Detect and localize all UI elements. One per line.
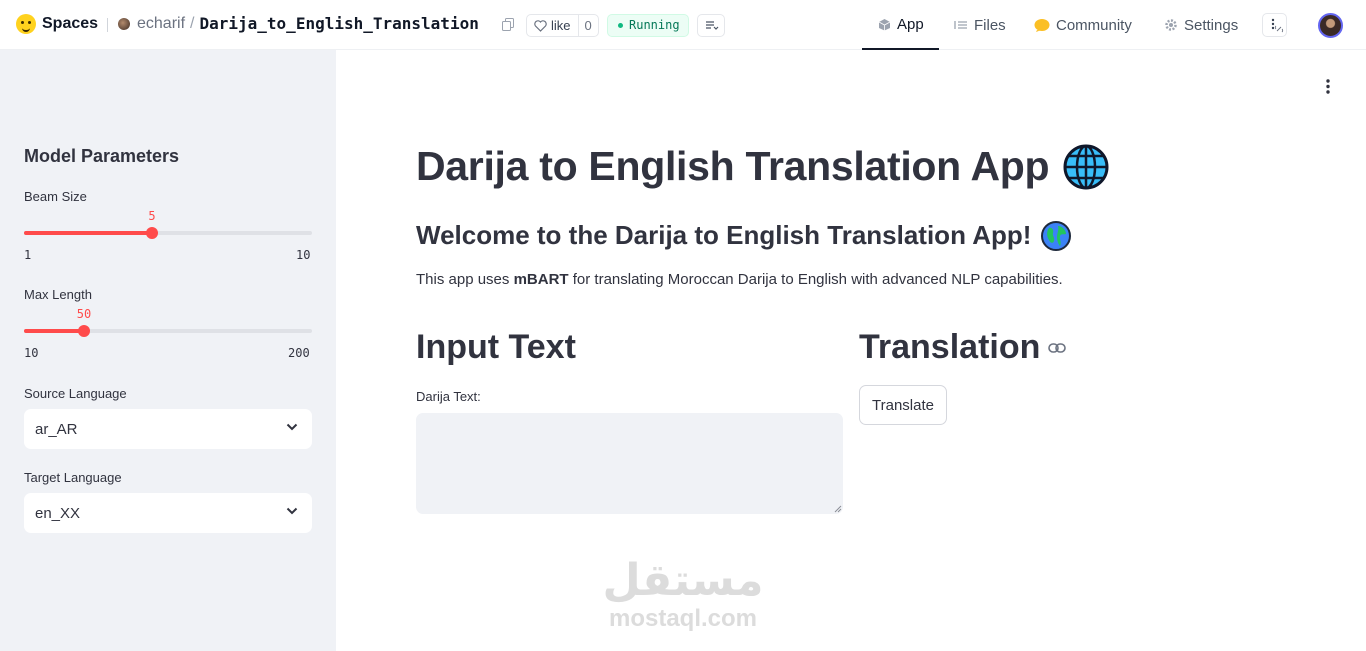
tab-app-label: App	[897, 15, 924, 33]
watermark: مستقل mostaql.com	[598, 556, 768, 632]
input-text-heading: Input Text	[416, 328, 576, 366]
tab-community-label: Community	[1056, 16, 1132, 34]
copy-icon[interactable]	[502, 18, 514, 31]
breadcrumb: echarif / Darija_to_English_Translation	[118, 14, 479, 33]
status-badge[interactable]: Running	[607, 14, 689, 37]
main-menu-icon[interactable]	[1320, 78, 1336, 96]
max-length-value: 50	[76, 307, 92, 321]
tab-app[interactable]: App	[862, 0, 939, 50]
like-count: 0	[584, 18, 592, 33]
beam-size-value: 5	[148, 209, 156, 223]
user-avatar[interactable]	[1318, 13, 1343, 38]
files-icon	[954, 21, 967, 29]
logs-icon	[706, 21, 719, 30]
beam-size-slider[interactable]	[24, 227, 312, 239]
beam-size-max: 10	[296, 248, 311, 262]
hugging-face-logo-icon	[16, 14, 36, 34]
max-length-label: Max Length	[24, 287, 92, 302]
sidebar	[0, 50, 336, 651]
beam-size-min: 1	[24, 248, 32, 262]
target-language-label: Target Language	[24, 470, 122, 485]
beam-size-handle[interactable]	[146, 227, 158, 239]
source-language-value: ar_AR	[35, 420, 78, 438]
tab-community[interactable]: Community	[1034, 0, 1132, 50]
beam-size-fill	[24, 231, 152, 235]
app-description: This app uses mBART for translating Moro…	[416, 271, 1063, 288]
brand-label: Spaces	[42, 15, 99, 32]
gear-icon	[1165, 19, 1177, 31]
source-language-select[interactable]: ar_AR	[24, 409, 312, 449]
resize-handle-icon[interactable]	[832, 503, 842, 513]
beam-size-label: Beam Size	[24, 189, 87, 204]
owner-link[interactable]: echarif	[137, 15, 185, 33]
more-options-button[interactable]	[1262, 13, 1287, 37]
tab-files-label: Files	[974, 16, 1006, 34]
translate-button[interactable]: Translate	[859, 385, 947, 425]
target-language-select[interactable]: en_XX	[24, 493, 312, 533]
translation-heading-text: Translation	[859, 328, 1041, 366]
spaces-brand-link[interactable]: Spaces	[16, 14, 98, 34]
description-after: for translating Moroccan Darija to Engli…	[568, 271, 1063, 288]
page-title: Darija to English Translation App	[416, 143, 1109, 190]
tab-settings-label: Settings	[1184, 16, 1239, 34]
more-vertical-icon	[1271, 18, 1284, 33]
heart-icon	[534, 19, 547, 32]
max-length-fill	[24, 329, 84, 333]
sidebar-title: Model Parameters	[24, 146, 180, 166]
translation-heading: Translation	[859, 328, 1067, 367]
tab-files[interactable]: Files	[954, 0, 1006, 50]
top-bar: Spaces echarif / Darija_to_English_Trans…	[0, 0, 1366, 50]
darija-text-input[interactable]	[416, 413, 843, 514]
description-before: This app uses	[416, 271, 514, 288]
like-label: like	[551, 18, 571, 33]
max-length-max: 200	[288, 346, 310, 360]
target-language-value: en_XX	[35, 504, 81, 522]
welcome-heading-text: Welcome to the Darija to English Transla…	[416, 220, 1032, 250]
chevron-down-icon	[286, 423, 298, 431]
max-length-min: 10	[24, 346, 39, 360]
like-button[interactable]: like 0	[526, 14, 599, 37]
owner-avatar-icon	[118, 17, 130, 30]
link-icon[interactable]	[1048, 342, 1067, 353]
globe-with-meridians-icon	[1063, 144, 1109, 189]
divider	[107, 18, 108, 32]
chevron-down-icon	[286, 507, 298, 515]
page-title-text: Darija to English Translation App	[416, 143, 1050, 189]
breadcrumb-separator: /	[190, 14, 195, 32]
source-language-label: Source Language	[24, 386, 127, 401]
tab-settings[interactable]: Settings	[1164, 0, 1238, 50]
globe-earth-icon	[1041, 220, 1072, 251]
cube-icon	[878, 18, 891, 30]
max-length-handle[interactable]	[78, 325, 90, 337]
community-icon	[1034, 19, 1050, 32]
logs-button[interactable]	[697, 14, 725, 37]
watermark-arabic: مستقل	[602, 555, 764, 606]
darija-text-label: Darija Text:	[416, 389, 481, 404]
repo-name-link[interactable]: Darija_to_English_Translation	[199, 14, 478, 33]
welcome-heading: Welcome to the Darija to English Transla…	[416, 220, 1072, 251]
watermark-latin: mostaql.com	[608, 605, 758, 632]
description-model-name: mBART	[513, 271, 569, 288]
max-length-slider[interactable]	[24, 325, 312, 337]
